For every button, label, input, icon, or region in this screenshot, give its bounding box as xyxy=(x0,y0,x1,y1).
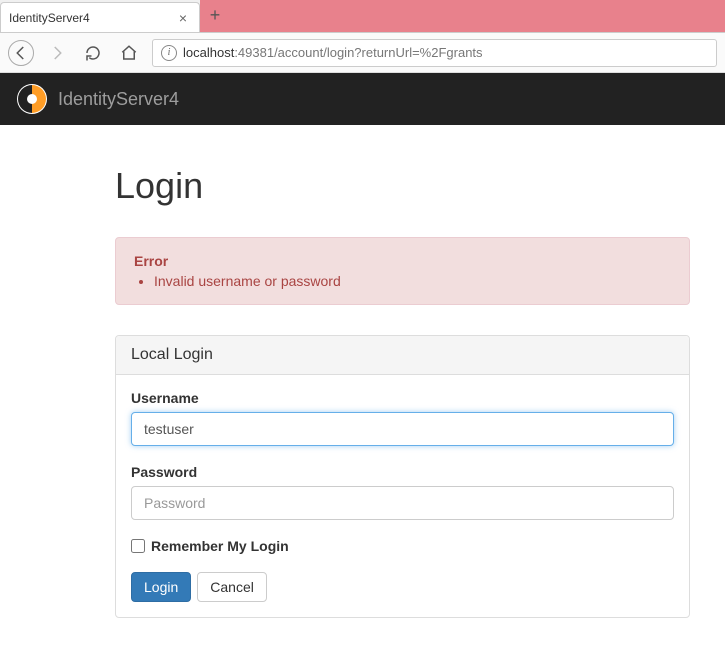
login-button[interactable]: Login xyxy=(131,572,191,602)
username-group: Username xyxy=(131,390,674,446)
browser-toolbar: i localhost:49381/account/login?returnUr… xyxy=(0,33,725,73)
error-alert: Error Invalid username or password xyxy=(115,237,690,305)
panel-body: Username Password Remember My Login Logi… xyxy=(116,375,689,617)
cancel-button[interactable]: Cancel xyxy=(197,572,267,602)
url-text: localhost:49381/account/login?returnUrl=… xyxy=(183,45,483,60)
url-bar[interactable]: i localhost:49381/account/login?returnUr… xyxy=(152,39,717,67)
url-path: :49381/account/login?returnUrl=%2Fgrants xyxy=(234,45,482,60)
reload-icon xyxy=(84,44,102,62)
arrow-left-icon xyxy=(12,44,30,62)
home-button[interactable] xyxy=(116,40,142,66)
back-button[interactable] xyxy=(8,40,34,66)
password-input[interactable] xyxy=(131,486,674,520)
remember-label[interactable]: Remember My Login xyxy=(151,538,289,554)
reload-button[interactable] xyxy=(80,40,106,66)
home-icon xyxy=(120,44,138,62)
forward-button[interactable] xyxy=(44,40,70,66)
close-icon[interactable]: × xyxy=(175,10,191,26)
info-icon[interactable]: i xyxy=(161,45,177,61)
browser-tabs: IdentityServer4 × + xyxy=(0,0,725,33)
browser-tab[interactable]: IdentityServer4 × xyxy=(0,2,200,32)
page-title: Login xyxy=(115,165,690,207)
login-panel: Local Login Username Password Remember M… xyxy=(115,335,690,618)
tab-strip-spacer xyxy=(230,0,725,32)
remember-checkbox[interactable] xyxy=(131,539,145,553)
remember-group: Remember My Login xyxy=(131,538,674,554)
alert-message: Invalid username or password xyxy=(154,273,671,289)
brand-name[interactable]: IdentityServer4 xyxy=(58,89,179,110)
tab-title: IdentityServer4 xyxy=(9,11,169,25)
new-tab-button[interactable]: + xyxy=(200,0,230,32)
password-label: Password xyxy=(131,464,674,480)
app-header: IdentityServer4 xyxy=(0,73,725,125)
plus-icon: + xyxy=(210,5,221,26)
brand-logo-icon xyxy=(16,83,48,115)
alert-title: Error xyxy=(134,253,671,269)
password-group: Password xyxy=(131,464,674,520)
url-host: localhost xyxy=(183,45,234,60)
page-container: Login Error Invalid username or password… xyxy=(0,125,690,648)
username-label: Username xyxy=(131,390,674,406)
arrow-right-icon xyxy=(48,44,66,62)
button-row: Login Cancel xyxy=(131,572,674,602)
username-input[interactable] xyxy=(131,412,674,446)
panel-heading: Local Login xyxy=(116,336,689,375)
